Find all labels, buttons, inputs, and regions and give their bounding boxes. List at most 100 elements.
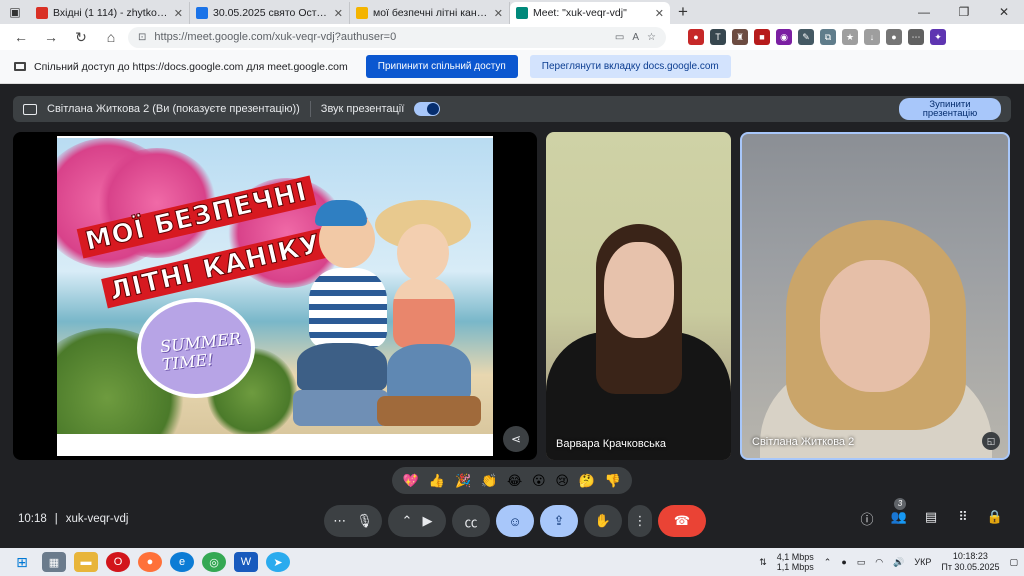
language-indicator[interactable]: УКР [914,557,931,567]
reaction-heart-icon[interactable]: 💖 [403,473,419,489]
volume-icon[interactable]: 🔊 [893,557,904,568]
extension-icon[interactable]: ✎ [798,29,814,45]
more-menu-icon[interactable]: ⋯ [908,29,924,45]
notifications-icon[interactable]: ▢ [1009,557,1018,568]
reload-icon[interactable]: ↻ [68,29,94,46]
profile-avatar-icon[interactable]: ● [886,29,902,45]
reaction-thumbs-up-icon[interactable]: 👍 [429,473,445,489]
file-explorer-icon[interactable]: ▬ [74,552,98,572]
forward-icon[interactable]: → [38,29,64,45]
share-icon[interactable]: ⋖ [503,426,529,452]
camera-indicator-icon[interactable]: ▭ [615,32,624,43]
host-controls-icon[interactable]: 🔒 [986,509,1004,528]
reaction-sad-icon[interactable]: 😢 [555,473,569,489]
tab-slides[interactable]: мої безпечні літні канікули ✕ [350,2,510,24]
side-panel-controls: ⓘ 👥 3 ▤ ⠿ 🔒 [858,498,1004,528]
tab-gmail[interactable]: Вхідні (1 114) - zhytkova2@zosh ✕ [30,2,190,24]
camera-icon[interactable]: ▶ [422,513,432,529]
extension-icon[interactable]: ■ [754,29,770,45]
participant-tile[interactable]: Варвара Крачковська [546,132,731,460]
network-speed-icon: ⇅ [759,556,767,567]
boy-shoes [293,390,389,426]
back-icon[interactable]: ← [8,29,34,45]
activities-icon[interactable]: ⠿ [954,509,972,528]
downloads-icon[interactable]: ↓ [864,29,880,45]
participant-name: Світлана Житкова 2 [752,436,855,448]
favorites-icon[interactable]: ★ [842,29,858,45]
system-tray: ⇅ 4,1 Mbps 1,1 Mbps ⌃ ● ▭ ◠ 🔊 УКР 10:18:… [759,551,1018,573]
address-bar[interactable]: ⊡ https://meet.google.com/xuk-veqr-vdj?a… [128,26,666,48]
emoji-reactions-button[interactable]: ☺ [496,505,534,537]
copilot-icon[interactable]: ✦ [930,29,946,45]
restore-icon[interactable]: ❐ [944,5,984,19]
audio-options-icon[interactable]: ⋯ [333,513,346,529]
more-vert-icon: ⋮ [633,513,647,528]
windows-start-icon[interactable]: ⊞ [10,552,34,572]
extensions-puzzle-icon[interactable]: ⧉ [820,29,836,45]
tab-meet[interactable]: Meet: "xuk-veqr-vdj" ✕ [510,2,670,24]
firefox-icon[interactable]: ● [138,552,162,572]
girl-head [397,224,449,282]
reaction-thinking-icon[interactable]: 🤔 [579,473,595,489]
reaction-party-icon[interactable]: 🎉 [455,473,471,489]
reaction-laugh-icon[interactable]: 😂 [507,473,522,489]
minimize-tile-icon[interactable]: ◱ [982,432,1000,450]
stop-sharing-button[interactable]: Припинити спільний доступ [365,55,518,78]
raise-hand-button[interactable]: ✋ [584,505,622,537]
present-screen-icon [23,103,37,115]
captions-button[interactable]: ㏄ [452,505,490,537]
calculator-icon[interactable]: ▦ [42,552,66,572]
reaction-thumbs-down-icon[interactable]: 👎 [605,473,621,489]
taskbar-clock[interactable]: 10:18:23 Пт 30.05.2025 [941,551,999,573]
tab-docs[interactable]: 30.05.2025 свято Останнього дзв ✕ [190,2,350,24]
present-now-button[interactable]: ⇪ [540,505,578,537]
reaction-surprised-icon[interactable]: 😮 [532,473,546,489]
meeting-details-icon[interactable]: ⓘ [858,509,876,528]
self-participant-tile[interactable]: Світлана Житкова 2 ◱ [740,132,1010,460]
close-icon[interactable]: ✕ [174,7,183,20]
view-tab-button[interactable]: Переглянути вкладку docs.google.com [529,55,731,78]
presentation-audio-label: Звук презентації [320,103,405,115]
tray-expand-icon[interactable]: ⌃ [824,557,832,568]
reaction-bar: 💖 👍 🎉 👏 😂 😮 😢 🤔 👎 [392,467,632,494]
presenting-bar: Світлана Житкова 2 (Ви (показуєте презен… [13,96,1011,122]
stop-presenting-button[interactable]: Зупинити презентацію [899,98,1001,120]
close-icon[interactable]: ✕ [655,7,664,20]
hand-icon: ✋ [594,513,612,528]
reaction-clap-icon[interactable]: 👏 [481,473,497,489]
word-icon[interactable]: W [234,552,258,572]
wifi-icon[interactable]: ◠ [875,557,883,568]
video-options-chevron-icon[interactable]: ⌃ [402,513,413,529]
battery-icon[interactable]: ▭ [857,557,866,568]
home-icon[interactable]: ⌂ [98,29,124,45]
participant-face [604,242,674,338]
edge-icon[interactable]: e [170,552,194,572]
video-control-group: ⌃ ▶ [388,505,446,537]
close-window-icon[interactable]: ✕ [984,5,1024,19]
people-icon[interactable]: 👥 3 [890,498,908,528]
extension-icon[interactable]: ♜ [732,29,748,45]
microphone-icon[interactable]: 🎙 [356,513,373,529]
opera-icon[interactable]: O [106,552,130,572]
avast-icon[interactable]: ● [841,557,846,567]
leave-call-button[interactable]: ☎ [658,505,706,537]
new-tab-button[interactable]: + [670,2,696,22]
close-icon[interactable]: ✕ [494,7,503,20]
site-info-icon[interactable]: ⊡ [138,32,146,43]
favorite-star-icon[interactable]: ☆ [647,32,656,43]
telegram-icon[interactable]: ➤ [266,552,290,572]
tab-actions-icon[interactable]: ▣ [0,0,30,24]
presentation-audio-toggle[interactable] [414,102,441,116]
girl-shorts [387,344,471,404]
extension-icon[interactable]: T [710,29,726,45]
close-icon[interactable]: ✕ [334,7,343,20]
chat-icon[interactable]: ▤ [922,509,940,528]
extension-icon[interactable]: ◉ [776,29,792,45]
more-options-button[interactable]: ⋮ [628,505,652,537]
minimize-icon[interactable]: — [904,5,944,19]
read-aloud-icon[interactable]: A [632,32,639,43]
screen-share-icon [14,62,26,71]
extension-icon[interactable]: ● [688,29,704,45]
chrome-icon[interactable]: ◎ [202,552,226,572]
participant-count-badge: 3 [894,498,906,510]
